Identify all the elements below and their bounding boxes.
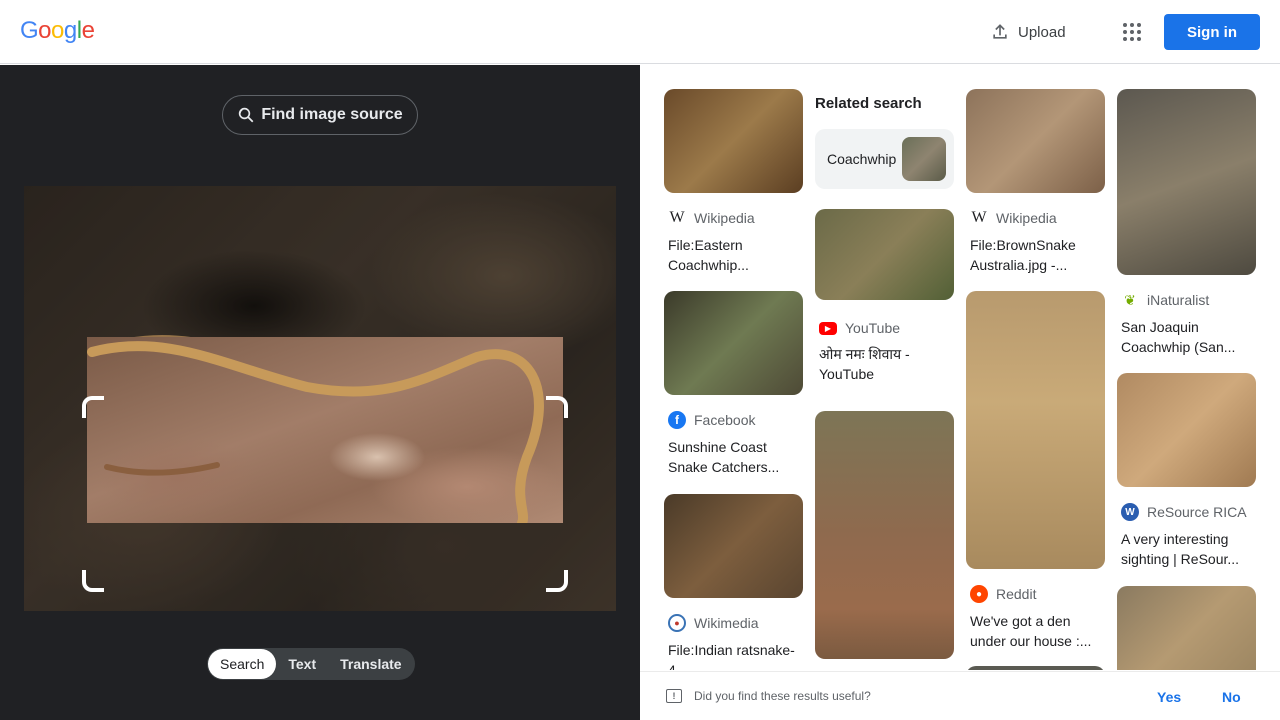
feedback-bar: ! Did you find these results useful? Yes…: [640, 671, 1280, 720]
lens-mode-switch: Search Text Translate: [207, 648, 415, 680]
related-search-chip[interactable]: Coachwhip: [815, 129, 954, 189]
logo-letter: o: [51, 17, 64, 44]
mode-text[interactable]: Text: [276, 649, 328, 679]
upload-button[interactable]: Upload: [990, 18, 1066, 46]
feedback-no-button[interactable]: No: [1222, 689, 1241, 705]
result-source: YouTube: [845, 320, 901, 336]
youtube-icon: ▶: [819, 321, 837, 335]
find-image-source-button[interactable]: Find image source: [222, 95, 418, 135]
result-title[interactable]: File:Indian ratsnake-4-...: [664, 640, 803, 670]
result-thumbnail[interactable]: [664, 291, 803, 395]
upload-label: Upload: [1018, 23, 1066, 41]
result-card[interactable]: ● Reddit We've got a den under our house…: [966, 291, 1105, 651]
crop-handle-top-right[interactable]: [546, 396, 568, 418]
mode-search[interactable]: Search: [208, 649, 277, 679]
result-source: iNaturalist: [1147, 292, 1210, 308]
inaturalist-icon: ❦: [1124, 291, 1136, 308]
result-title[interactable]: File:BrownSnake Australia.jpg -...: [966, 235, 1105, 275]
result-card[interactable]: f Facebook Sunshine Coast Snake Catchers…: [664, 291, 803, 477]
result-card[interactable]: ❦ iNaturalist San Joaquin Coachwhip (San…: [1117, 89, 1256, 357]
result-thumbnail[interactable]: [1117, 89, 1256, 275]
related-search-thumbnail: [902, 137, 946, 181]
result-card[interactable]: W Wikipedia File:BrownSnake Australia.jp…: [966, 89, 1105, 275]
result-title[interactable]: We've got a den under our house :...: [966, 611, 1105, 651]
visual-matches-panel: W Wikipedia File:Eastern Coachwhip... f …: [640, 65, 1280, 670]
result-thumbnail[interactable]: [1117, 586, 1256, 670]
result-card[interactable]: W ReSource RICA A very interesting sight…: [1117, 373, 1256, 569]
crop-handle-top-left[interactable]: [82, 396, 104, 418]
result-title[interactable]: Sunshine Coast Snake Catchers...: [664, 437, 803, 477]
result-card[interactable]: ● Wikimedia File:Indian ratsnake-4-...: [664, 494, 803, 670]
result-title[interactable]: San Joaquin Coachwhip (San...: [1117, 317, 1256, 357]
wikipedia-icon: W: [669, 209, 685, 226]
feedback-yes-button[interactable]: Yes: [1157, 689, 1181, 705]
facebook-icon: f: [668, 411, 686, 429]
result-source: Wikipedia: [694, 210, 755, 226]
result-source: Wikimedia: [694, 615, 759, 631]
crop-handle-bottom-right[interactable]: [546, 570, 568, 592]
result-title[interactable]: File:Eastern Coachwhip...: [664, 235, 803, 275]
result-source: Wikipedia: [996, 210, 1057, 226]
lens-search-icon: [239, 107, 254, 123]
result-thumbnail[interactable]: [966, 291, 1105, 569]
resource-rica-icon: W: [1121, 503, 1139, 521]
query-image-panel: Find image source Search Text Translate: [0, 65, 640, 720]
find-image-source-label: Find image source: [261, 106, 403, 123]
result-title[interactable]: A very interesting sighting | ReSour...: [1117, 529, 1256, 569]
result-thumbnail[interactable]: [966, 89, 1105, 193]
result-source: Reddit: [996, 586, 1037, 602]
wikipedia-icon: W: [971, 209, 987, 226]
snake-shape-highlight: [87, 341, 544, 523]
google-logo[interactable]: Google: [20, 17, 95, 45]
result-thumbnail[interactable]: [664, 494, 803, 598]
top-bar: Google Upload Sign in: [0, 0, 1280, 64]
logo-letter: g: [63, 17, 77, 44]
sign-in-button[interactable]: Sign in: [1164, 14, 1260, 50]
related-search-heading: Related search: [815, 95, 922, 112]
logo-letter: e: [81, 17, 95, 44]
result-card[interactable]: [1117, 586, 1256, 670]
result-card[interactable]: [815, 411, 954, 659]
mode-translate[interactable]: Translate: [328, 649, 413, 679]
related-search-label: Coachwhip: [827, 151, 897, 167]
feedback-question: Did you find these results useful?: [694, 689, 871, 703]
result-thumbnail[interactable]: [664, 89, 803, 193]
result-card[interactable]: ▶ YouTube ओम नमः शिवाय - YouTube: [815, 209, 954, 384]
result-thumbnail[interactable]: [1117, 373, 1256, 487]
upload-icon: [993, 24, 1007, 39]
logo-letter: o: [38, 17, 52, 44]
wikimedia-icon: ●: [668, 614, 686, 632]
logo-letter: G: [20, 17, 39, 44]
result-source: Facebook: [694, 412, 756, 428]
feedback-icon: !: [666, 689, 682, 703]
result-source: ReSource RICA: [1147, 504, 1247, 520]
result-card[interactable]: W Wikipedia File:Eastern Coachwhip...: [664, 89, 803, 275]
apps-grid-icon[interactable]: [1120, 20, 1144, 44]
crop-handle-bottom-left[interactable]: [82, 570, 104, 592]
reddit-icon: ●: [970, 585, 988, 603]
result-thumbnail[interactable]: [815, 209, 954, 300]
result-title[interactable]: ओम नमः शिवाय - YouTube: [815, 344, 954, 384]
result-card[interactable]: [966, 666, 1105, 670]
crop-selection[interactable]: [87, 337, 563, 523]
result-thumbnail[interactable]: [815, 411, 954, 659]
result-thumbnail[interactable]: [966, 666, 1105, 670]
